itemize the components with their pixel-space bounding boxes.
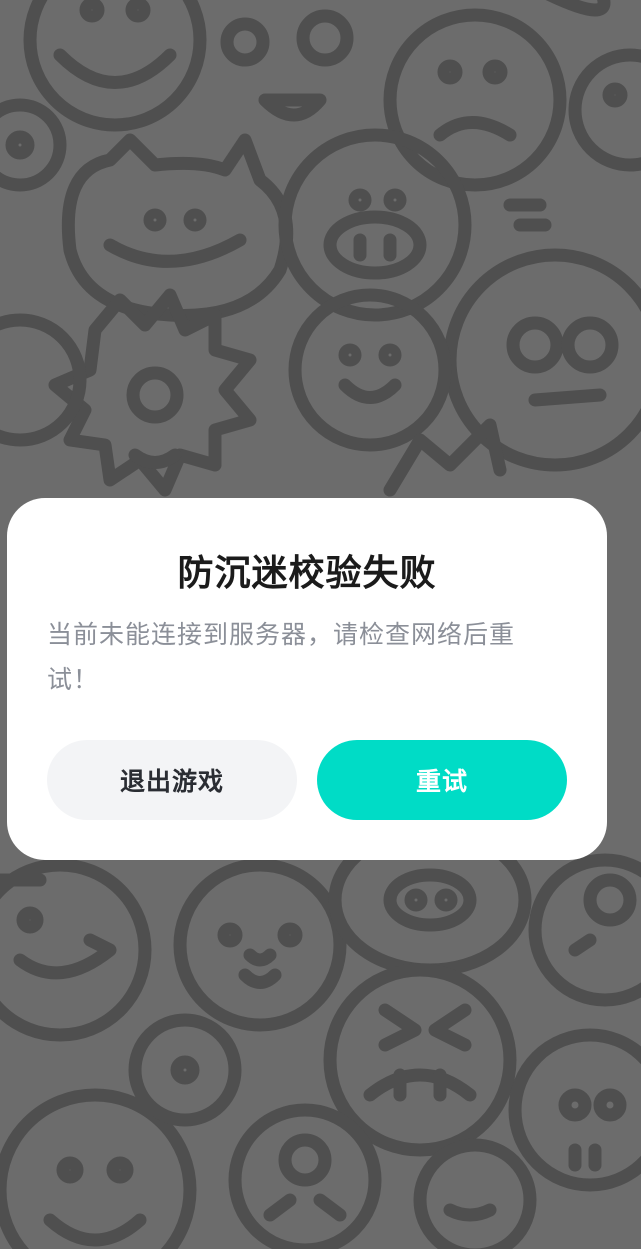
retry-button[interactable]: 重试 [317,740,567,820]
doodle-angry [323,963,517,1157]
doodle-dog [173,858,347,1032]
exit-game-button[interactable]: 退出游戏 [47,740,297,820]
dialog-message: 当前未能连接到服务器，请检查网络后重试！ [47,620,516,694]
doodle-eye [220,17,270,67]
doodle-face [23,0,207,132]
doodle-face [0,858,152,1042]
doodle-cat [61,133,294,322]
anti-addiction-dialog: 防沉迷校验失败 当前未能连接到服务器，请检查网络后重试！ 退出游戏 重试 [7,498,607,860]
doodle-eye [296,9,354,67]
dialog-title: 防沉迷校验失败 [177,553,437,594]
doodle-pig [278,128,472,322]
doodle-face [383,8,567,192]
